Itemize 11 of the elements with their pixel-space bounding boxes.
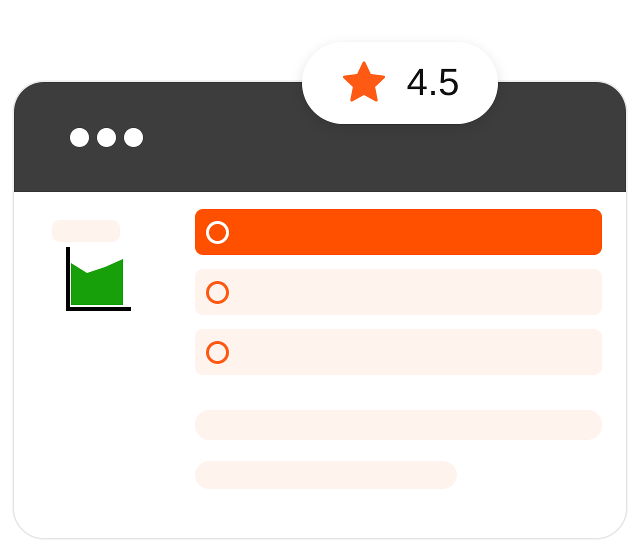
radio-icon [206,340,229,364]
window-dot-icon [124,128,143,146]
option-row[interactable] [195,329,602,375]
rating-value: 4.5 [406,62,460,104]
radio-icon [206,280,229,304]
window-dot-icon [70,128,89,146]
area-chart-icon [65,245,133,313]
window-dot-icon [97,128,116,146]
option-row[interactable] [195,269,602,315]
radio-icon [206,220,229,244]
option-row[interactable] [195,209,602,255]
